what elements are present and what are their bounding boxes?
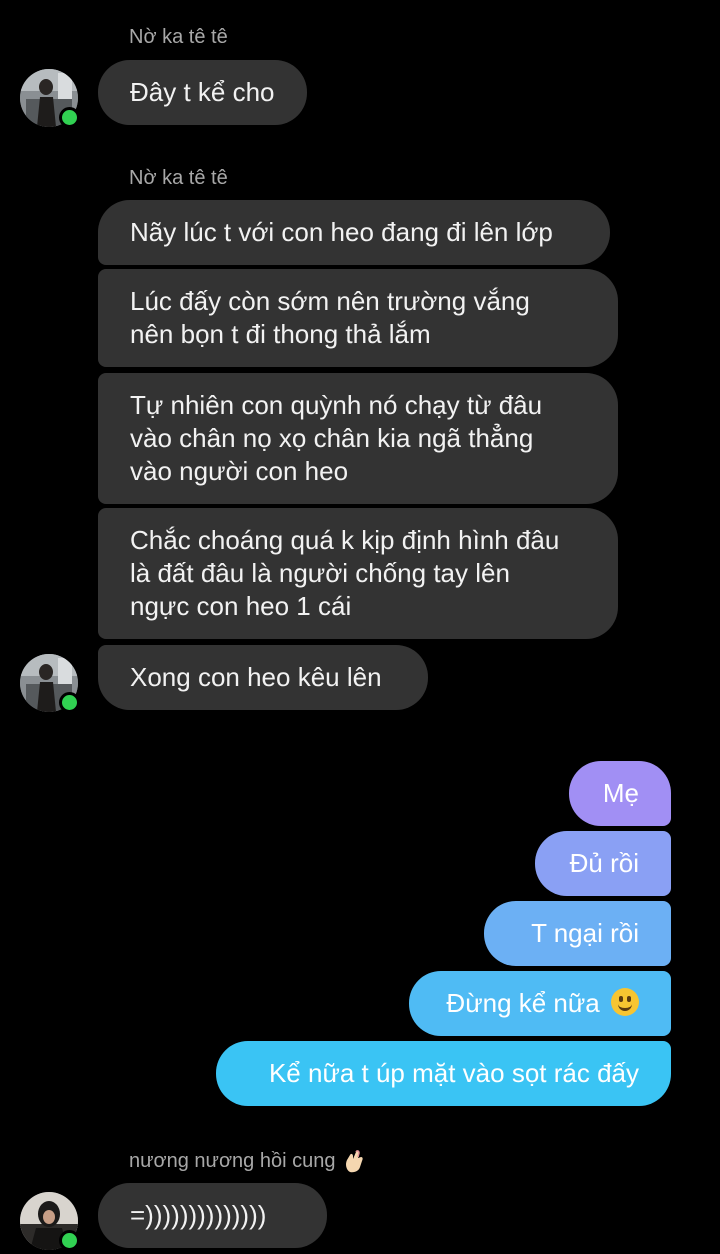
avatar[interactable]	[20, 69, 80, 128]
message-text: Đây t kể cho	[130, 77, 275, 107]
message-text: =))))))))))))))	[130, 1200, 267, 1230]
online-status-dot	[59, 107, 80, 128]
slightly-smiling-face-icon	[611, 988, 639, 1016]
sender-name: nương nương hồi cung	[129, 1149, 364, 1173]
incoming-message-bubble[interactable]: Đây t kể cho	[98, 60, 307, 125]
message-text-line: nên bọn t đi thong thả lắm	[130, 319, 431, 349]
avatar[interactable]	[20, 1192, 80, 1251]
message-text-line: Tự nhiên con quỳnh nó chạy từ đâu	[130, 390, 543, 420]
outgoing-message-bubble[interactable]: Đủ rồi	[535, 831, 671, 896]
outgoing-message-bubble[interactable]: Đừng kể nữa	[409, 971, 671, 1036]
incoming-message-bubble[interactable]: Chắc choáng quá k kịp định hình đâu là đ…	[98, 508, 618, 639]
message-text: Kể nữa t úp mặt vào sọt rác đấy	[268, 1058, 639, 1088]
message-text-line: Lúc đấy còn sớm nên trường vắng	[130, 286, 530, 316]
message-text-line: là đất đâu là người chống tay lên	[130, 558, 510, 588]
outgoing-message-bubble[interactable]: T ngại rồi	[484, 901, 671, 966]
message-text-line: vào chân nọ xọ chân kia ngã thẳng	[130, 423, 534, 453]
sender-name: Nờ ka tê tê	[129, 167, 228, 189]
message-text: Đừng kể nữa	[446, 988, 600, 1018]
message-text: Mẹ	[602, 778, 639, 808]
incoming-message-bubble[interactable]: Xong con heo kêu lên	[98, 645, 428, 710]
sender-name: Nờ ka tê tê	[129, 26, 228, 48]
sender-name-text: nương nương hồi cung	[129, 1150, 336, 1172]
incoming-message-bubble[interactable]: Nãy lúc t với con heo đang đi lên lớp	[98, 200, 610, 265]
message-text: Nãy lúc t với con heo đang đi lên lớp	[130, 217, 553, 247]
message-text: T ngại rồi	[531, 918, 639, 948]
outgoing-message-bubble[interactable]: Kể nữa t úp mặt vào sọt rác đấy	[216, 1041, 671, 1106]
incoming-message-bubble[interactable]: =))))))))))))))	[98, 1183, 327, 1248]
avatar[interactable]	[20, 654, 80, 713]
online-status-dot	[59, 1230, 80, 1251]
incoming-message-bubble[interactable]: Lúc đấy còn sớm nên trường vắng nên bọn …	[98, 269, 618, 367]
message-text: Đủ rồi	[569, 848, 639, 878]
message-text: Xong con heo kêu lên	[130, 662, 382, 692]
message-text-line: ngực con heo 1 cái	[130, 591, 352, 621]
online-status-dot	[59, 692, 80, 713]
outgoing-message-bubble[interactable]: Mẹ	[569, 761, 671, 826]
pinched-fingers-hand-icon	[346, 1150, 363, 1173]
message-text-line: Chắc choáng quá k kịp định hình đâu	[130, 525, 560, 555]
message-text-line: vào người con heo	[130, 456, 349, 486]
incoming-message-bubble[interactable]: Tự nhiên con quỳnh nó chạy từ đâu vào ch…	[98, 373, 618, 504]
